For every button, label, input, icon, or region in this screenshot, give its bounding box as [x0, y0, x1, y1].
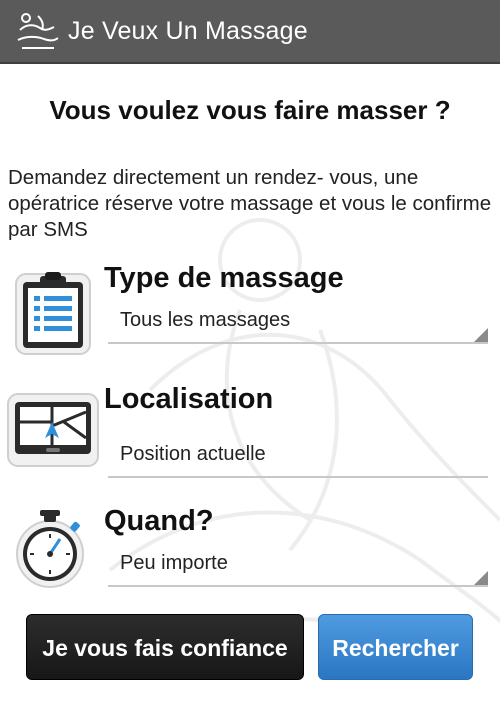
dropdown-triangle-icon — [474, 328, 488, 342]
massage-type-value: Tous les massages — [120, 309, 291, 331]
trust-button[interactable]: Je vous fais confiance — [26, 614, 304, 680]
app-title: Je Veux Un Massage — [68, 17, 308, 45]
clipboard-icon — [15, 272, 91, 355]
massage-logo-icon — [17, 13, 59, 49]
dropdown-triangle-icon — [474, 571, 488, 585]
when-label: Quand? — [104, 505, 214, 537]
intro-text: Demandez directement un rendez- vous, un… — [8, 166, 492, 241]
when-value: Peu importe — [120, 552, 228, 574]
location-label: Localisation — [104, 383, 274, 415]
massage-watermark-icon — [108, 218, 500, 652]
location-field[interactable]: Position actuelle — [108, 432, 488, 478]
search-button[interactable]: Rechercher — [318, 614, 473, 680]
gps-map-icon — [7, 393, 99, 467]
type-label: Type de massage — [104, 262, 344, 294]
massage-type-spinner[interactable]: Tous les massages — [108, 304, 488, 344]
stopwatch-icon — [16, 510, 84, 588]
location-value: Position actuelle — [120, 443, 266, 465]
page-title: Vous voulez vous faire masser ? — [49, 95, 451, 125]
when-spinner[interactable]: Peu importe — [108, 547, 488, 587]
app-bar: Je Veux Un Massage — [0, 0, 500, 64]
